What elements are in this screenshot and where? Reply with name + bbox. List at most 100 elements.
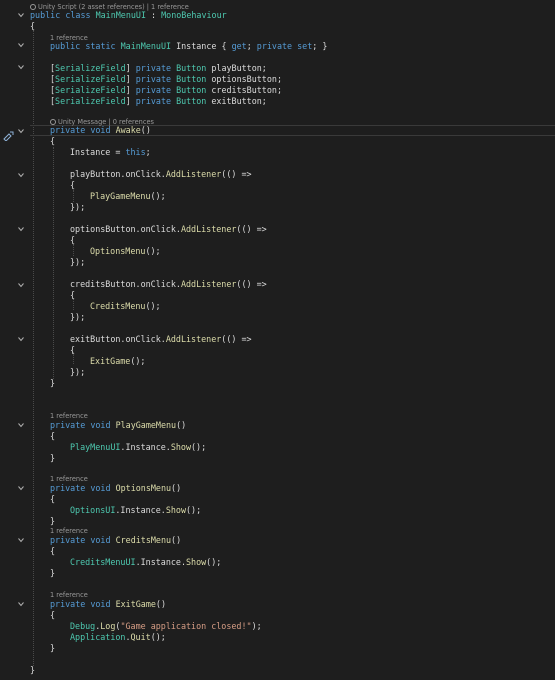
code-line[interactable]: public static MainMenuUI Instance { get;… (0, 41, 555, 52)
code-line[interactable]: CreditsMenu(); (0, 301, 555, 312)
code-line[interactable]: } (0, 568, 555, 579)
code-line[interactable]: } (0, 453, 555, 464)
code-line[interactable]: { (0, 136, 555, 147)
code-line[interactable]: } (0, 665, 555, 676)
keyword: private (50, 599, 86, 609)
code-line[interactable]: ExitGame(); (0, 356, 555, 367)
code-line[interactable]: PlayGameMenu(); (0, 191, 555, 202)
code-line[interactable]: } (0, 643, 555, 654)
code-line[interactable]: creditsButton.onClick.AddListener(() => (0, 279, 555, 290)
code-line[interactable]: exitButton.onClick.AddListener(() => (0, 334, 555, 345)
type-name: Debug (70, 621, 96, 631)
code-line[interactable]: { (0, 21, 555, 32)
code-line[interactable]: playButton.onClick.AddListener(() => (0, 169, 555, 180)
code-line[interactable]: [SerializeField] private Button playButt… (0, 63, 555, 74)
keyword: public (50, 41, 81, 51)
listener-target: optionsButton.onClick. (70, 224, 181, 234)
type-name: Button (176, 74, 207, 84)
attribute: SerializeField (55, 74, 126, 84)
code-line[interactable]: }); (0, 257, 555, 268)
method-call: Show (170, 442, 192, 452)
keyword: private (135, 63, 172, 73)
keyword: public (30, 10, 61, 20)
keyword: void (90, 483, 111, 493)
punct: ); (251, 621, 262, 631)
brace: { (70, 235, 76, 245)
attribute: SerializeField (55, 96, 126, 106)
brace: { (50, 494, 56, 504)
codelens-text: 1 reference (50, 412, 88, 420)
punct: () (171, 483, 182, 493)
code-line[interactable]: { (0, 546, 555, 557)
code-line[interactable]: { (0, 431, 555, 442)
code-editor[interactable]: Unity Script (2 asset references) | 1 re… (0, 0, 555, 680)
code-line[interactable]: Instance = this; (0, 147, 555, 158)
code-line[interactable]: { (0, 610, 555, 621)
punct: (); (145, 246, 161, 256)
keyword: void (90, 125, 111, 135)
type-name: Application (70, 632, 126, 642)
field-name: optionsButton; (211, 74, 282, 84)
attribute: SerializeField (55, 63, 126, 73)
method-name: AddListener (180, 279, 237, 289)
brace: } (30, 665, 36, 675)
keyword: private (256, 41, 293, 51)
keyword: void (90, 420, 111, 430)
code-line[interactable]: }); (0, 367, 555, 378)
code-line[interactable]: } (0, 516, 555, 527)
method-call: Log (100, 621, 116, 631)
punct: () (155, 599, 166, 609)
code-line[interactable]: { (0, 290, 555, 301)
punct: (() => (221, 334, 252, 344)
codelens-reference[interactable]: 1 reference (0, 527, 555, 535)
code-line[interactable]: private void PlayGameMenu() (0, 420, 555, 431)
method-call: PlayGameMenu (90, 191, 151, 201)
method-call: CreditsMenu (90, 301, 146, 311)
code-line[interactable]: [SerializeField] private Button exitButt… (0, 96, 555, 107)
code-line[interactable]: [SerializeField] private Button creditsB… (0, 85, 555, 96)
keyword: private (50, 535, 86, 545)
code-line[interactable]: [SerializeField] private Button optionsB… (0, 74, 555, 85)
code-line[interactable]: public class MainMenuUI : MonoBehaviour (0, 10, 555, 21)
code-line[interactable]: { (0, 180, 555, 191)
code-line[interactable]: { (0, 494, 555, 505)
punct: (); (150, 191, 166, 201)
field-name: playButton; (211, 63, 267, 73)
punct: (); (206, 557, 222, 567)
method-name: AddListener (180, 224, 237, 234)
codelens-reference[interactable]: 1 reference (0, 412, 555, 420)
field-name: exitButton; (211, 96, 267, 106)
keyword: void (90, 599, 111, 609)
method-name: PlayGameMenu (115, 420, 177, 430)
listener-target: creditsButton.onClick. (70, 279, 181, 289)
punct: (); (150, 632, 166, 642)
code-line[interactable]: Debug.Log("Game application closed!"); (0, 621, 555, 632)
code-line[interactable]: { (0, 345, 555, 356)
code-line[interactable]: }); (0, 312, 555, 323)
method-call: OptionsMenu (90, 246, 146, 256)
code-line[interactable]: private void CreditsMenu() (0, 535, 555, 546)
code-line[interactable]: }); (0, 202, 555, 213)
code-line[interactable]: optionsButton.onClick.AddListener(() => (0, 224, 555, 235)
code-line[interactable]: private void ExitGame() (0, 599, 555, 610)
punct: (() => (236, 279, 267, 289)
codelens-reference[interactable]: 1 reference (0, 591, 555, 599)
code-line[interactable]: private void OptionsMenu() (0, 483, 555, 494)
type-name: OptionsUI (70, 505, 116, 515)
punct: (); (145, 301, 161, 311)
code-line[interactable]: OptionsMenu(); (0, 246, 555, 257)
code-line[interactable]: } (0, 378, 555, 389)
field-name: creditsButton; (211, 85, 282, 95)
codelens-reference[interactable]: 1 reference (0, 475, 555, 483)
code-line[interactable]: OptionsUI.Instance.Show(); (0, 505, 555, 516)
member-access: .Instance. (120, 442, 171, 452)
code-line[interactable]: Application.Quit(); (0, 632, 555, 643)
keyword: get (231, 41, 247, 51)
brace: } (50, 378, 56, 388)
code-line[interactable]: { (0, 235, 555, 246)
codelens-text: 1 reference (50, 475, 88, 483)
code-line[interactable]: PlayMenuUI.Instance.Show(); (0, 442, 555, 453)
code-line[interactable]: CreditsMenuUI.Instance.Show(); (0, 557, 555, 568)
code-line[interactable]: private void Awake() (0, 125, 555, 136)
keyword: set (297, 41, 313, 51)
